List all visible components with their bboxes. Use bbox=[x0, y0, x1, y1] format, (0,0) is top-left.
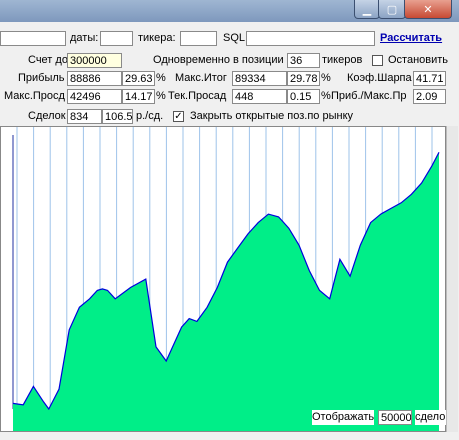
window-titlebar: ▁ ▢ ✕ bbox=[0, 0, 459, 22]
max-drawdown-label: Макс.Просд bbox=[4, 90, 65, 102]
dates-label: даты: bbox=[70, 32, 99, 44]
cur-drawdown-pct: 0.15 bbox=[287, 89, 320, 104]
cur-drawdown-label: Тек.Просад bbox=[168, 90, 227, 102]
concurrent-label: Одновременно в позиции bbox=[153, 54, 284, 66]
pct-sign: % bbox=[321, 90, 331, 102]
close-open-label: Закрыть открытые поз.по рынку bbox=[190, 110, 354, 122]
calculate-link[interactable]: Рассчитать bbox=[380, 31, 442, 46]
max-total-value: 89334 bbox=[232, 71, 287, 86]
equity-chart: Отображать 50000 сделок bbox=[0, 126, 451, 432]
vertical-scrollbar[interactable] bbox=[446, 126, 458, 432]
deals-label: Сделок bbox=[28, 110, 66, 122]
tickers-unit: тикеров bbox=[322, 54, 363, 66]
show-count-input[interactable]: 50000 bbox=[378, 410, 412, 425]
minimize-button[interactable]: ▁ bbox=[354, 0, 380, 19]
concurrent-input[interactable]: 36 bbox=[287, 53, 320, 68]
pct-sign: % bbox=[321, 72, 331, 84]
stop-label: Остановить bbox=[388, 54, 449, 66]
close-open-checkbox[interactable]: ✓ bbox=[173, 111, 184, 122]
profit-pct: 29.63 bbox=[122, 71, 155, 86]
sql-label: SQL bbox=[223, 32, 246, 44]
max-total-pct: 29.78 bbox=[287, 71, 320, 86]
show-label: Отображать bbox=[312, 410, 375, 425]
sql-input[interactable] bbox=[246, 31, 375, 46]
show-unit: сделок bbox=[415, 410, 451, 425]
dates-input[interactable] bbox=[100, 31, 133, 46]
sharpe-value: 41.71 bbox=[413, 71, 446, 86]
profit-maxdd-label: Приб./Макс.Пр bbox=[331, 90, 407, 102]
cur-drawdown-value: 448 bbox=[232, 89, 287, 104]
stop-checkbox[interactable] bbox=[372, 55, 383, 66]
max-total-label: Макс.Итог bbox=[175, 72, 227, 84]
maximize-button[interactable]: ▢ bbox=[378, 0, 406, 19]
partial-input[interactable] bbox=[0, 31, 66, 46]
pct-sign: % bbox=[156, 90, 166, 102]
per-deal-unit: р./сд. bbox=[136, 110, 164, 122]
account-input[interactable]: 300000 bbox=[67, 53, 122, 68]
max-drawdown-pct: 14.17 bbox=[122, 89, 155, 104]
max-drawdown-value: 42496 bbox=[67, 89, 122, 104]
equity-area bbox=[13, 152, 439, 431]
account-label: Счет до bbox=[28, 54, 68, 66]
sharpe-label: Коэф.Шарпа bbox=[347, 72, 412, 84]
profit-value: 88886 bbox=[67, 71, 122, 86]
pct-sign: % bbox=[156, 72, 166, 84]
tickers-input[interactable] bbox=[180, 31, 217, 46]
profit-label: Прибыль bbox=[18, 72, 65, 84]
tickers-label: тикера: bbox=[138, 32, 176, 44]
profit-maxdd-value: 2.09 bbox=[413, 89, 446, 104]
equity-chart-svg bbox=[12, 127, 440, 431]
per-deal-value: 106.5 bbox=[102, 109, 133, 124]
deals-value: 834 bbox=[67, 109, 102, 124]
close-button[interactable]: ✕ bbox=[404, 0, 452, 19]
